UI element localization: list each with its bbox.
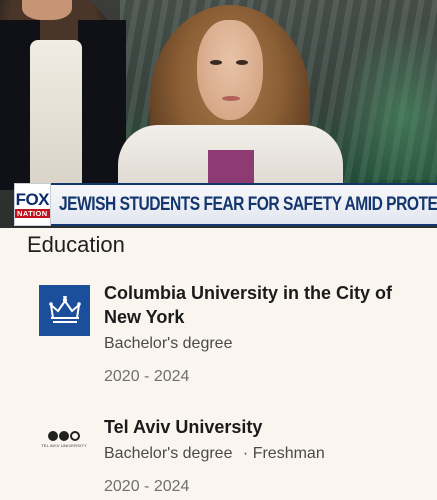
school-name[interactable]: Tel Aviv University (104, 415, 424, 439)
tau-logo-caption: TEL AVIV UNIVERSITY (41, 443, 87, 448)
headline-bar: JEWISH STUDENTS FEAR FOR SAFETY AMID PRO… (50, 183, 437, 226)
news-video-frame: FOX NATION JEWISH STUDENTS FEAR FOR SAFE… (0, 0, 437, 228)
years-text: 2020 - 2024 (104, 368, 190, 385)
degree-text: Bachelor's degree (104, 335, 233, 352)
tau-rings-icon: TEL AVIV UNIVERSITY (38, 431, 90, 461)
columbia-crown-icon (39, 285, 90, 336)
degree-line: Bachelor's degree · Freshman (104, 445, 325, 463)
fox-nation-logo: FOX NATION (14, 183, 51, 226)
school-name[interactable]: Columbia University in the City of New Y… (104, 281, 424, 329)
headline-text: JEWISH STUDENTS FEAR FOR SAFETY AMID PRO… (58, 193, 437, 215)
degree-text: Bachelor's degree (104, 445, 233, 462)
degree-extra: · Freshman (242, 445, 325, 462)
logo-nation-text: NATION (15, 209, 50, 218)
speaker-face (197, 20, 263, 120)
logo-fox-text: FOX (15, 190, 50, 209)
section-title: Education (27, 232, 125, 257)
lower-third-banner: FOX NATION JEWISH STUDENTS FEAR FOR SAFE… (14, 183, 437, 226)
years-text: 2020 - 2024 (104, 478, 190, 495)
